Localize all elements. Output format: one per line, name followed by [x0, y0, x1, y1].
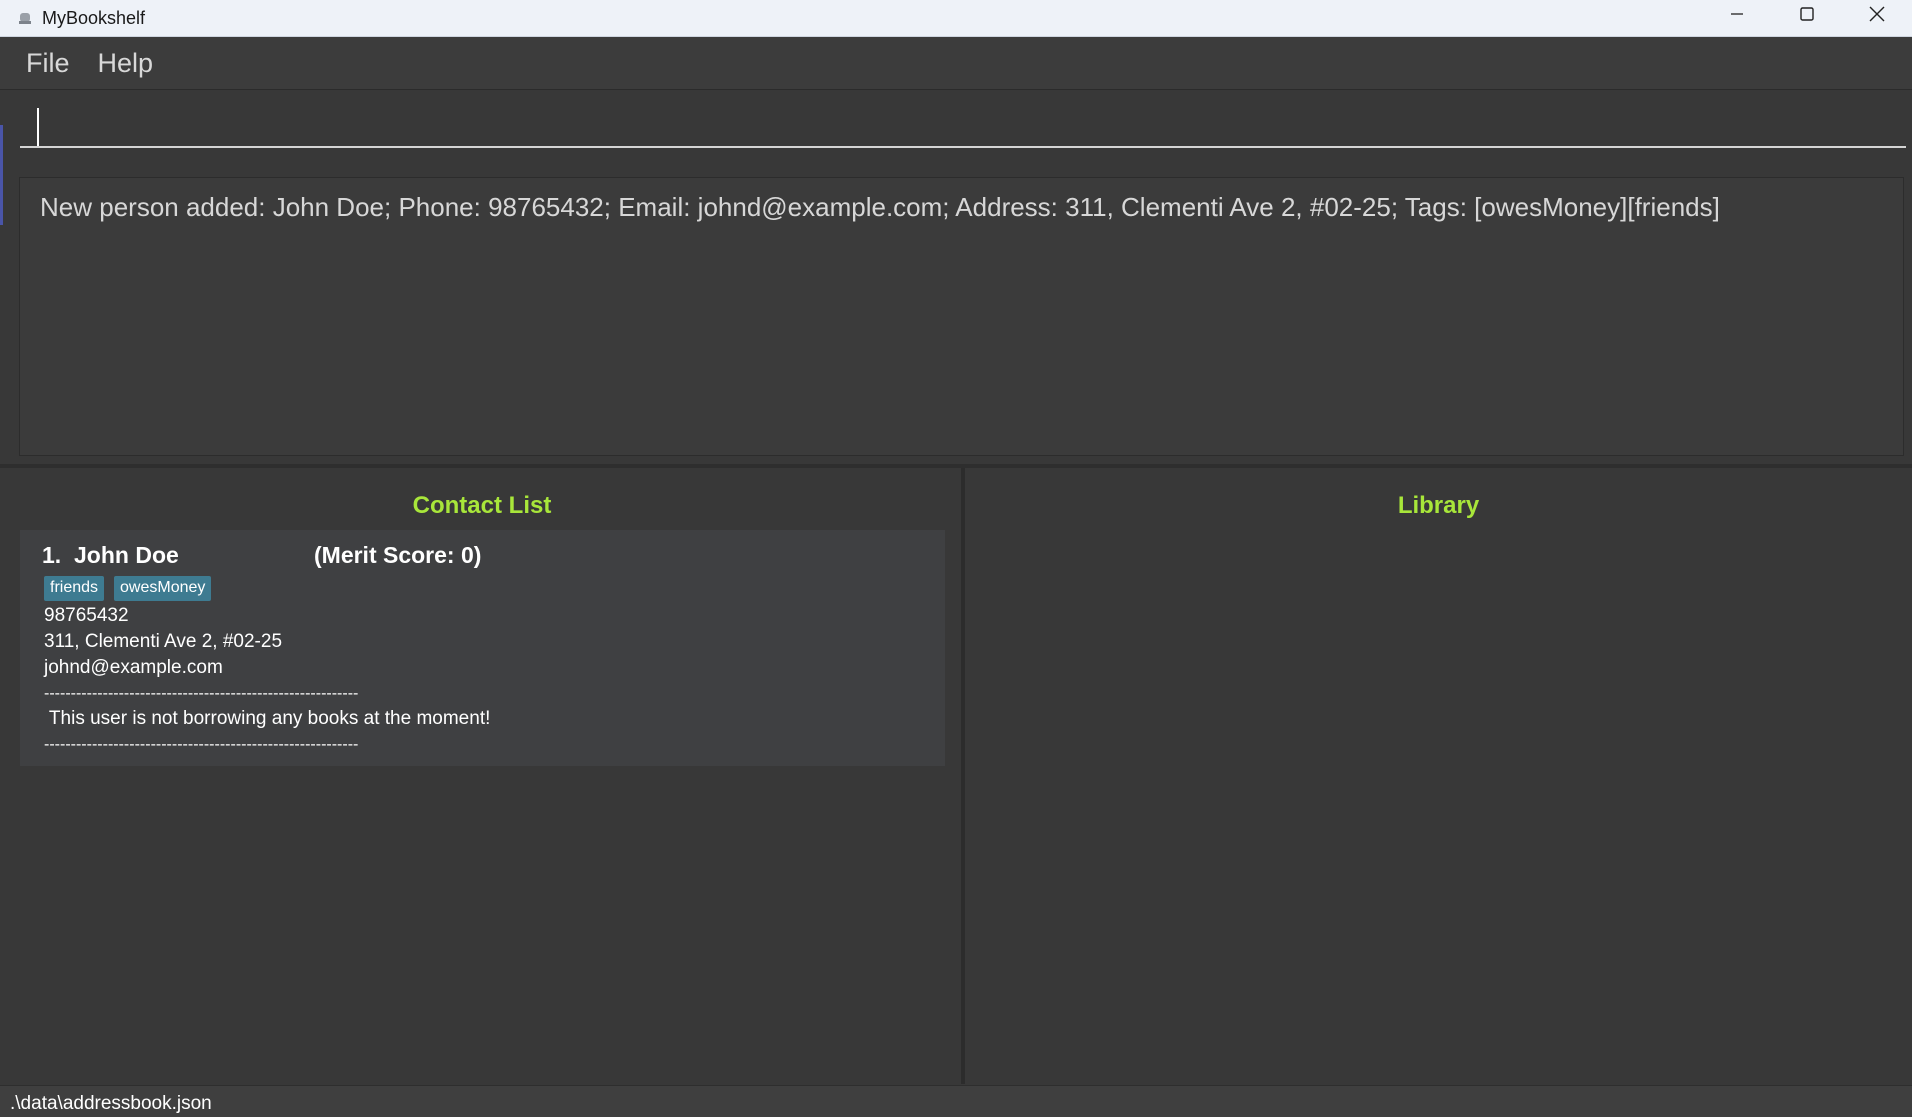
person-email: johnd@example.com [44, 657, 223, 678]
close-button[interactable] [1842, 0, 1912, 28]
person-phone: 98765432 [44, 605, 129, 626]
menu-file[interactable]: File [12, 48, 84, 79]
person-card[interactable]: 1. John Doe (Merit Score: 0) friends owes… [20, 530, 945, 766]
window-title: MyBookshelf [42, 7, 146, 28]
status-bar: .\data\addressbook.json [0, 1085, 1912, 1117]
menu-bar: File Help [0, 37, 1912, 90]
person-index: 1. [42, 542, 62, 568]
minimize-button[interactable] [1702, 0, 1772, 28]
maximize-button[interactable] [1772, 0, 1842, 28]
text-caret [37, 108, 39, 146]
separator-bottom: ----------------------------------------… [44, 736, 359, 753]
merit-score: (Merit Score: 0) [314, 542, 482, 568]
close-icon [1869, 6, 1885, 22]
person-address: 311, Clementi Ave 2, #02-25 [44, 631, 283, 652]
menu-help[interactable]: Help [84, 48, 168, 79]
result-display[interactable]: New person added: John Doe; Phone: 98765… [19, 177, 1904, 456]
focus-accent [0, 125, 3, 225]
window-controls [1702, 0, 1912, 36]
result-message: New person added: John Doe; Phone: 98765… [40, 192, 1720, 222]
separator-top: ----------------------------------------… [44, 685, 359, 702]
command-box [0, 90, 1912, 163]
minimize-icon [1731, 13, 1743, 15]
contact-list-panel: Contact List 1. John Doe (Merit Score: 0)… [3, 468, 961, 1084]
person-name: John Doe [74, 542, 179, 568]
library-panel: Library [965, 468, 1912, 1084]
command-input[interactable] [20, 98, 1906, 148]
title-bar: MyBookshelf [0, 0, 1912, 37]
tag-owes-money: owesMoney [114, 576, 212, 601]
tag-friends: friends [44, 576, 105, 601]
library-title: Library [1397, 492, 1480, 519]
borrow-status: This user is not borrowing any books at … [44, 708, 491, 729]
person-name-row: 1. John Doe [42, 542, 179, 569]
save-location: .\data\addressbook.json [10, 1093, 212, 1114]
app-icon [18, 11, 32, 25]
contact-list-title: Contact List [412, 492, 552, 519]
maximize-icon [1800, 7, 1814, 21]
tag-list: friends owesMoney [44, 576, 221, 601]
